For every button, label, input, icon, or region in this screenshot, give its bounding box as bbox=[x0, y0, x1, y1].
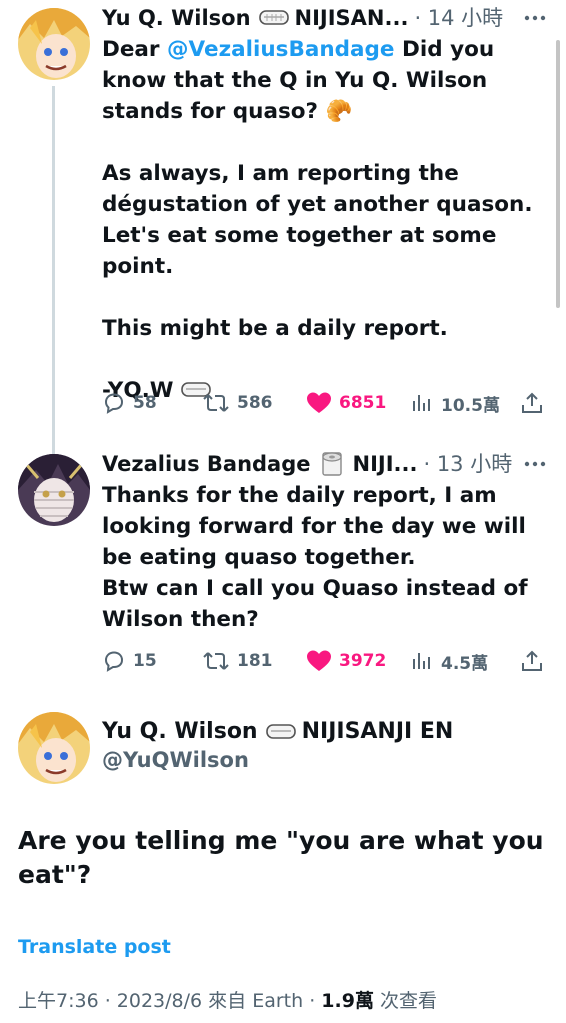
retweet-button[interactable]: 586 bbox=[202, 391, 273, 415]
retweet-count: 586 bbox=[237, 393, 273, 413]
toilet-paper-icon bbox=[319, 451, 347, 477]
tweet-content: Yu Q. Wilson NIJISAN... · 14 小時 Dear @Ve… bbox=[102, 4, 548, 409]
author-name-suffix: NIJISAN... bbox=[294, 6, 409, 30]
goggles-icon bbox=[258, 8, 289, 28]
author-name-suffix: NIJISANJI EN bbox=[301, 719, 454, 744]
like-count: 3972 bbox=[339, 651, 387, 671]
goggles-icon bbox=[265, 722, 296, 742]
author-name[interactable]: Vezalius Bandage bbox=[102, 450, 311, 478]
reply-button[interactable]: 15 bbox=[102, 649, 157, 673]
tweet-actions: 15 181 3972 4.5萬 bbox=[102, 646, 548, 676]
tweet-actions: 58 586 6851 10.5萬 bbox=[102, 388, 548, 418]
author-name-suffix: NIJI... bbox=[352, 452, 418, 476]
views-bar-chart-icon bbox=[410, 649, 434, 673]
tweet-time[interactable]: · 14 小時 bbox=[414, 4, 503, 32]
reply-icon bbox=[102, 391, 126, 415]
tweet-content: Vezalius Bandage NIJI... · 13 小時 Thanks … bbox=[102, 450, 548, 635]
views-button[interactable]: 4.5萬 bbox=[410, 649, 488, 674]
reply-count: 15 bbox=[133, 651, 157, 671]
share-icon bbox=[520, 649, 544, 673]
like-count: 6851 bbox=[339, 393, 387, 413]
tweet-header: Yu Q. Wilson NIJISAN... · 14 小時 bbox=[102, 4, 548, 32]
reply-count: 58 bbox=[133, 393, 157, 413]
main-author-header: Yu Q. Wilson NIJISANJI EN bbox=[102, 718, 548, 746]
avatar-yu-wilson[interactable] bbox=[18, 8, 90, 80]
reply-icon bbox=[102, 649, 126, 673]
tweet-time[interactable]: · 13 小時 bbox=[423, 450, 512, 478]
tweet-header: Vezalius Bandage NIJI... · 13 小時 bbox=[102, 450, 548, 478]
views-count: 10.5萬 bbox=[441, 395, 500, 416]
thread-line bbox=[52, 440, 55, 454]
views-label: 次查看 bbox=[373, 990, 437, 1012]
thread-tweet-1[interactable]: Yu Q. Wilson NIJISAN... · 14 小時 Dear @Ve… bbox=[0, 0, 566, 440]
share-icon bbox=[520, 391, 544, 415]
retweet-icon bbox=[202, 649, 230, 673]
reply-button[interactable]: 58 bbox=[102, 391, 157, 415]
translate-post-link[interactable]: Translate post bbox=[18, 936, 171, 958]
tweet-text-after: Did you know that the Q in Yu Q. Wilson … bbox=[102, 37, 533, 403]
like-button[interactable]: 6851 bbox=[306, 391, 386, 415]
more-icon[interactable] bbox=[522, 450, 548, 478]
views-count: 4.5萬 bbox=[441, 653, 489, 674]
main-tweet: Yu Q. Wilson NIJISANJI EN @YuQWilson Are… bbox=[0, 700, 566, 1023]
share-button[interactable] bbox=[520, 391, 544, 415]
main-tweet-text: Are you telling me "you are what you eat… bbox=[18, 826, 553, 889]
avatar-yu-wilson[interactable] bbox=[18, 712, 90, 784]
like-button[interactable]: 3972 bbox=[306, 649, 386, 673]
author-handle[interactable]: @YuQWilson bbox=[102, 748, 548, 772]
thread-tweet-2[interactable]: Vezalius Bandage NIJI... · 13 小時 Thanks … bbox=[0, 440, 566, 700]
author-name[interactable]: Yu Q. Wilson bbox=[102, 718, 258, 746]
thread-line bbox=[52, 86, 55, 440]
retweet-count: 181 bbox=[237, 651, 273, 671]
views-bar-chart-icon bbox=[410, 391, 434, 415]
avatar-vezalius-bandage[interactable] bbox=[18, 454, 90, 526]
share-button[interactable] bbox=[520, 649, 544, 673]
tweet-timestamp[interactable]: 上午7:36 · 2023/8/6 來自 Earth · bbox=[18, 990, 321, 1012]
mention-link[interactable]: @VezaliusBandage bbox=[167, 37, 394, 62]
heart-filled-icon bbox=[306, 649, 332, 673]
retweet-icon bbox=[202, 391, 230, 415]
tweet-text: Dear @VezaliusBandage Did you know that … bbox=[102, 34, 548, 409]
heart-filled-icon bbox=[306, 391, 332, 415]
author-name[interactable]: Yu Q. Wilson bbox=[102, 4, 251, 32]
tweet-text-before: Dear bbox=[102, 37, 168, 62]
main-author: Yu Q. Wilson NIJISANJI EN @YuQWilson bbox=[102, 718, 548, 772]
tweet-meta: 上午7:36 · 2023/8/6 來自 Earth · 1.9萬 次查看 bbox=[18, 986, 437, 1013]
more-icon[interactable] bbox=[522, 4, 548, 32]
views-button[interactable]: 10.5萬 bbox=[410, 391, 500, 416]
views-count: 1.9萬 bbox=[321, 990, 374, 1012]
retweet-button[interactable]: 181 bbox=[202, 649, 273, 673]
tweet-text: Thanks for the daily report, I am lookin… bbox=[102, 483, 528, 632]
